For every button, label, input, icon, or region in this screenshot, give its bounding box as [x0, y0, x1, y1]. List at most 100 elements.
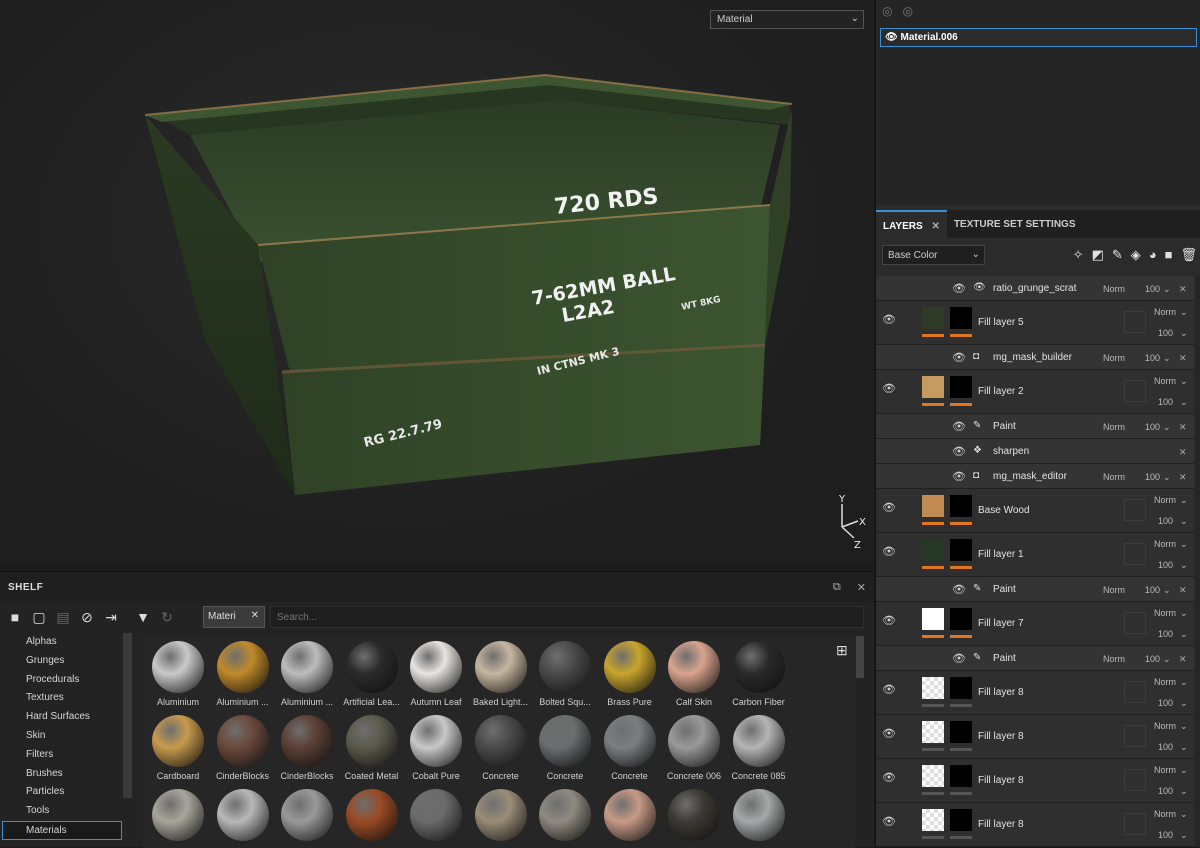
eye-icon[interactable]: 👁	[952, 652, 966, 665]
material-tile[interactable]: Coated Metal	[340, 715, 404, 781]
layer-effect-row[interactable]: 👁 ❖ sharpen ✕	[876, 439, 1194, 464]
remove-effect-icon[interactable]: ✕	[1179, 353, 1187, 364]
material-tile[interactable]: CinderBlocks	[211, 715, 275, 781]
eye-icon[interactable]: 👁	[882, 501, 896, 514]
material-tile[interactable]: Cardboard	[146, 715, 210, 781]
material-tile[interactable]: Carbon Fiber	[727, 641, 791, 707]
effect-opacity[interactable]: 100	[1145, 422, 1160, 432]
layer-blend-mode[interactable]: Norm	[1154, 721, 1176, 731]
add-smart-material-icon[interactable]: ◕	[1149, 247, 1157, 263]
effect-opacity[interactable]: 100	[1145, 353, 1160, 363]
effect-blend-mode[interactable]: Norm	[1103, 284, 1125, 294]
layer-effect-row[interactable]: 👁 ✎ Paint Norm 100 ⌄ ✕	[876, 646, 1194, 671]
shelf-category-skin[interactable]: Skin	[0, 727, 134, 746]
shelf-category-alphas[interactable]: Alphas	[0, 633, 134, 652]
shelf-category-brushes[interactable]: Brushes	[0, 765, 134, 784]
save-icon[interactable]: ▤	[54, 608, 72, 626]
layer-row[interactable]: 👁 Fill layer 8 Norm ⌄ 100 ⌄	[876, 803, 1194, 847]
shelf-search-input[interactable]	[270, 606, 864, 628]
material-tile[interactable]	[533, 789, 597, 845]
undock-icon[interactable]: ⧉	[833, 581, 841, 594]
eye-icon[interactable]: 👁	[882, 683, 896, 696]
shelf-category-filters[interactable]: Filters	[0, 746, 134, 765]
filter-icon[interactable]: ▼	[134, 608, 152, 626]
refresh-icon[interactable]: ↻	[158, 608, 176, 626]
grid-view-icon[interactable]: ⊞	[836, 642, 848, 659]
material-tile[interactable]: Cobalt Pure	[404, 715, 468, 781]
shelf-category-materials[interactable]: Materials	[2, 820, 122, 840]
layer-blend-mode[interactable]: Norm	[1154, 677, 1176, 687]
material-tile[interactable]: Aluminium	[146, 641, 210, 707]
shelf-category-tools[interactable]: Tools	[0, 802, 134, 821]
effect-blend-mode[interactable]: Norm	[1103, 353, 1125, 363]
effect-blend-mode[interactable]: Norm	[1103, 654, 1125, 664]
tab-layers[interactable]: LAYERS ✕	[876, 210, 947, 238]
material-tile[interactable]: Aluminium ...	[211, 641, 275, 707]
material-tile[interactable]: Calf Skin	[662, 641, 726, 707]
add-fill-layer-icon[interactable]: ◈	[1131, 247, 1141, 263]
effect-blend-mode[interactable]: Norm	[1103, 472, 1125, 482]
add-mask-icon[interactable]: ◩	[1092, 247, 1104, 263]
visibility-toggle-icons[interactable]: ◎◎	[882, 4, 923, 18]
layer-opacity[interactable]: 100	[1158, 786, 1173, 796]
material-tile[interactable]	[275, 789, 339, 845]
layer-opacity[interactable]: 100	[1158, 698, 1173, 708]
material-tile[interactable]: Concrete 085	[727, 715, 791, 781]
material-tile[interactable]	[146, 789, 210, 845]
remove-effect-icon[interactable]: ✕	[1179, 284, 1187, 295]
close-icon[interactable]: ✕	[931, 221, 939, 232]
add-paint-layer-icon[interactable]: ✎	[1112, 247, 1123, 263]
layer-blend-mode[interactable]: Norm	[1154, 539, 1176, 549]
eye-icon[interactable]: 👁	[952, 470, 966, 483]
eye-icon[interactable]: 👁	[952, 420, 966, 433]
layer-row[interactable]: 👁 Fill layer 8 Norm ⌄ 100 ⌄	[876, 671, 1194, 715]
layer-blend-mode[interactable]: Norm	[1154, 809, 1176, 819]
layer-opacity[interactable]: 100	[1158, 629, 1173, 639]
layer-opacity[interactable]: 100	[1158, 560, 1173, 570]
layers-scrollbar[interactable]	[1195, 276, 1200, 847]
layer-row[interactable]: 👁 Fill layer 8 Norm ⌄ 100 ⌄	[876, 759, 1194, 803]
layer-blend-mode[interactable]: Norm	[1154, 307, 1176, 317]
material-tile[interactable]	[727, 789, 791, 845]
eye-icon[interactable]: 👁	[882, 382, 896, 395]
effect-blend-mode[interactable]: Norm	[1103, 585, 1125, 595]
layer-opacity[interactable]: 100	[1158, 742, 1173, 752]
material-tile[interactable]: Bolted Squ...	[533, 641, 597, 707]
filter-chip[interactable]: Materi ✕	[203, 606, 265, 628]
eye-icon[interactable]: 👁	[882, 545, 896, 558]
material-tile[interactable]	[211, 789, 275, 845]
shelf-category-textures[interactable]: Textures	[0, 689, 134, 708]
material-tile[interactable]	[469, 789, 533, 845]
material-tile[interactable]	[340, 789, 404, 845]
material-tile[interactable]: Aluminium ...	[275, 641, 339, 707]
layer-row[interactable]: 👁 Fill layer 7 Norm ⌄ 100 ⌄	[876, 602, 1194, 646]
close-icon[interactable]: ✕	[857, 581, 866, 594]
remove-effect-icon[interactable]: ✕	[1179, 472, 1187, 483]
material-tile[interactable]: Concrete	[469, 715, 533, 781]
layer-blend-mode[interactable]: Norm	[1154, 765, 1176, 775]
effect-opacity[interactable]: 100	[1145, 585, 1160, 595]
material-tile[interactable]	[598, 789, 662, 845]
layer-opacity[interactable]: 100	[1158, 328, 1173, 338]
shelf-category-hard-surfaces[interactable]: Hard Surfaces	[0, 708, 134, 727]
layer-blend-mode[interactable]: Norm	[1154, 495, 1176, 505]
layer-opacity[interactable]: 100	[1158, 397, 1173, 407]
add-effect-icon[interactable]: ✧	[1073, 247, 1084, 263]
remove-filter-icon[interactable]: ✕	[251, 610, 259, 621]
shelf-category-particles[interactable]: Particles	[0, 783, 134, 802]
material-tile[interactable]: Concrete	[598, 715, 662, 781]
layer-blend-mode[interactable]: Norm	[1154, 376, 1176, 386]
eye-icon[interactable]: 👁	[952, 445, 966, 458]
remove-effect-icon[interactable]: ✕	[1179, 422, 1187, 433]
eye-icon[interactable]: 👁	[952, 351, 966, 364]
eye-icon[interactable]: 👁	[882, 614, 896, 627]
tab-texture-set-settings[interactable]: TEXTURE SET SETTINGS	[947, 210, 1083, 238]
layer-effect-row[interactable]: 👁 ◘ mg_mask_builder Norm 100 ⌄ ✕	[876, 345, 1194, 370]
layer-row[interactable]: 👁 Fill layer 2 Norm ⌄ 100 ⌄	[876, 370, 1194, 414]
layer-blend-mode[interactable]: Norm	[1154, 608, 1176, 618]
material-tile[interactable]: Artificial Lea...	[340, 641, 404, 707]
material-tile[interactable]: Autumn Leaf	[404, 641, 468, 707]
channel-dropdown[interactable]: Base Color ⌄	[882, 245, 985, 265]
eye-icon[interactable]: 👁	[885, 32, 898, 43]
eye-icon[interactable]: 👁	[882, 727, 896, 740]
